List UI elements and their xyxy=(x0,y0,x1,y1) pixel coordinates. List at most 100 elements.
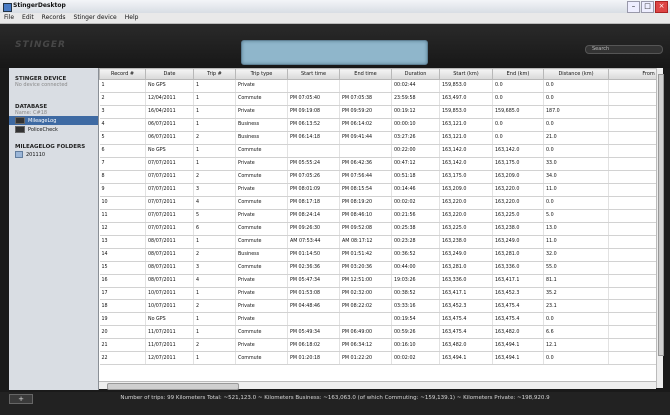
close-button[interactable]: × xyxy=(655,1,668,13)
table-cell: Business xyxy=(235,248,288,262)
table-cell: 23:59:58 xyxy=(391,92,440,106)
scroll-thumb[interactable] xyxy=(107,383,239,390)
table-cell: 7 xyxy=(99,157,146,171)
scroll-thumb[interactable] xyxy=(658,74,664,356)
table-cell: 00:19:54 xyxy=(391,312,440,327)
table-cell: 5.0 xyxy=(543,209,609,223)
vertical-scrollbar[interactable] xyxy=(656,68,664,388)
menu-stinger-device[interactable]: Stinger device xyxy=(70,13,121,23)
table-cell: PM 06:34:12 xyxy=(339,338,392,353)
table-cell: 11/07/2011 xyxy=(145,325,194,340)
table-cell: 1 xyxy=(193,287,236,301)
table-row[interactable]: 6 No GPS 1 Commute 00:22:00 163,142.0 163,142.… xyxy=(99,144,656,158)
table-cell: Business xyxy=(235,118,288,132)
table-row[interactable]: 20 11/07/2011 1 Commute PM 05:49:34 PM 06:49:… xyxy=(99,325,656,340)
table-row[interactable]: 22 12/07/2011 1 Commute PM 01:20:18 PM 01:22:… xyxy=(99,351,656,366)
table-cell: 2 xyxy=(193,248,236,262)
table-row[interactable]: 10 07/07/2011 4 Commute PM 08:17:18 PM 08:19:… xyxy=(99,196,656,210)
table-cell: Private xyxy=(235,312,288,327)
table-cell: Commute xyxy=(235,196,288,210)
table-cell: PM 06:49:00 xyxy=(339,325,392,340)
table-cell: 00:16:10 xyxy=(391,338,440,353)
table-row[interactable]: 19 No GPS 1 Private 00:19:54 163,475.4 163,475… xyxy=(99,312,656,327)
column-header[interactable]: Duration xyxy=(391,68,440,80)
table-row[interactable]: 15 08/07/2011 3 Commute PM 02:36:36 PM 03:20:… xyxy=(99,261,656,275)
menu-file[interactable]: File xyxy=(0,13,18,23)
table-cell xyxy=(608,79,656,93)
table-cell: 11 xyxy=(99,209,146,223)
table-cell: 1 xyxy=(193,105,236,119)
table-cell: 22 xyxy=(99,351,146,366)
table-row[interactable]: 11 07/07/2011 5 Private PM 08:24:14 PM 08:46:… xyxy=(99,209,656,223)
column-header[interactable]: End (km) xyxy=(492,68,544,80)
folder-item-201110[interactable]: 201110 xyxy=(9,150,98,159)
table-cell: PM 09:26:30 xyxy=(287,222,340,236)
sidebar-item-mileagelog[interactable]: MileageLog xyxy=(9,116,98,125)
sidebar-item-policecheck[interactable]: PoliceCheck xyxy=(9,125,98,134)
menu-records[interactable]: Records xyxy=(38,13,70,23)
table-cell: 00:19:12 xyxy=(391,105,440,119)
table-cell: Private xyxy=(235,105,288,119)
table-row[interactable]: 12 07/07/2011 6 Commute PM 09:26:30 PM 09:52:… xyxy=(99,222,656,236)
sidebar-item-label: PoliceCheck xyxy=(28,126,58,133)
table-cell: 03:33:16 xyxy=(391,299,440,314)
table-cell: 00:36:52 xyxy=(391,248,440,262)
table-cell: 03:27:26 xyxy=(391,131,440,145)
table-row[interactable]: 7 07/07/2011 1 Private PM 05:55:24 PM 06:42:3… xyxy=(99,157,656,171)
minimize-button[interactable]: – xyxy=(627,1,640,13)
table-cell: 163,249.0 xyxy=(492,235,544,249)
table-cell: 0.0 xyxy=(492,79,544,93)
table-cell: PM 08:01:09 xyxy=(287,183,340,197)
column-header[interactable]: Record # xyxy=(99,68,146,80)
table-cell: PM 06:14:02 xyxy=(339,118,392,132)
table-row[interactable]: 4 06/07/2011 1 Business PM 06:13:52 PM 06:14:… xyxy=(99,118,656,132)
table-row[interactable]: 3 16/04/2011 1 Private PM 09:19:08 PM 09:59:2… xyxy=(99,105,656,119)
table-cell: 33.0 xyxy=(543,157,609,171)
menu-edit[interactable]: Edit xyxy=(18,13,38,23)
table-cell: 00:38:52 xyxy=(391,287,440,301)
maximize-button[interactable]: □ xyxy=(641,1,654,13)
column-header[interactable]: Distance (km) xyxy=(543,68,609,80)
table-row[interactable]: 13 08/07/2011 1 Commute AM 07:53:44 AM 08:17:… xyxy=(99,235,656,249)
table-row[interactable]: 17 10/07/2011 1 Private PM 01:53:08 PM 02:32:… xyxy=(99,287,656,301)
horizontal-scrollbar[interactable] xyxy=(99,381,656,390)
table-cell: 32.0 xyxy=(543,248,609,262)
table-row[interactable]: 8 07/07/2011 2 Commute PM 07:05:26 PM 07:56:4… xyxy=(99,170,656,184)
table-cell: 163,475.4 xyxy=(492,299,544,314)
table-row[interactable]: 18 10/07/2011 2 Private PM 04:48:46 PM 08:22:… xyxy=(99,299,656,314)
table-row[interactable]: 2 12/04/2011 1 Commute PM 07:05:40 PM 07:05:3… xyxy=(99,92,656,106)
title-bar: StingerDesktop – □ × xyxy=(0,0,670,14)
window-controls: – □ × xyxy=(627,1,668,13)
table-cell: 15 xyxy=(99,261,146,275)
table-cell: 16 xyxy=(99,274,146,288)
column-header[interactable]: Start (km) xyxy=(439,68,493,80)
header: STINGER xyxy=(0,24,670,68)
table-cell: PM 08:17:18 xyxy=(287,196,340,210)
table-cell: PM 01:51:42 xyxy=(339,248,392,262)
table-row[interactable]: 21 11/07/2011 2 Private PM 06:18:02 PM 06:34:… xyxy=(99,338,656,353)
table-cell: PM 08:19:20 xyxy=(339,196,392,210)
menu-help[interactable]: Help xyxy=(121,13,143,23)
table-row[interactable]: 14 08/07/2011 2 Business PM 01:14:50 PM 01:51… xyxy=(99,248,656,262)
table-cell: PM 06:14:18 xyxy=(287,131,340,145)
search-input[interactable]: Search xyxy=(585,45,663,54)
table-row[interactable]: 16 08/07/2011 4 Private PM 05:47:34 PM 12:51:… xyxy=(99,274,656,288)
column-header[interactable]: End time xyxy=(339,68,392,80)
table-cell: 12/04/2011 xyxy=(145,92,194,106)
table-cell: 163,482.0 xyxy=(492,325,544,340)
table-cell xyxy=(287,79,340,93)
table-cell: 163,482.0 xyxy=(439,338,493,353)
column-header[interactable]: Start time xyxy=(287,68,340,80)
table-row[interactable]: 5 06/07/2011 2 Business PM 06:14:18 PM 09:41:… xyxy=(99,131,656,145)
table-cell: 00:51:18 xyxy=(391,170,440,184)
table-cell: 2 xyxy=(193,170,236,184)
table-cell: AM 08:17:12 xyxy=(339,235,392,249)
table-row[interactable]: 1 No GPS 1 Private 00:02:44 159,853.0 0.0 0.0 xyxy=(99,79,656,93)
table-cell: 16/04/2011 xyxy=(145,105,194,119)
table-row[interactable]: 9 07/07/2011 3 Private PM 08:01:09 PM 08:15:5… xyxy=(99,183,656,197)
column-header[interactable]: Trip # xyxy=(193,68,236,80)
column-header[interactable]: From postal xyxy=(608,68,656,80)
column-header[interactable]: Date xyxy=(145,68,194,80)
table-header-row: Record # Date Trip # Trip type Start time End… xyxy=(99,68,656,80)
column-header[interactable]: Trip type xyxy=(235,68,288,80)
